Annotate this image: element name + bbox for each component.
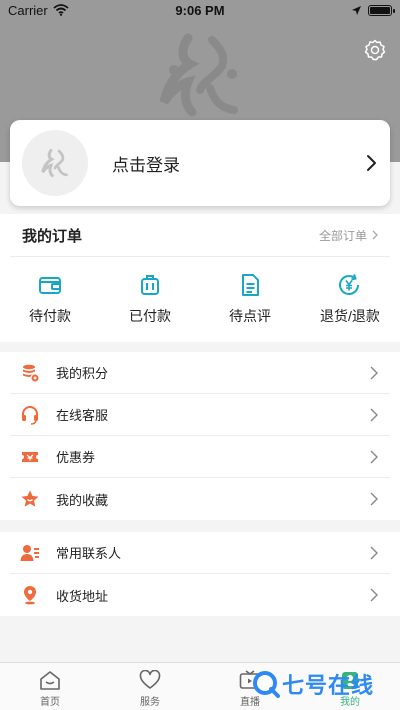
heart-icon [139,670,161,689]
order-label: 待点评 [229,307,271,324]
menu-item-customer-service[interactable]: 在线客服 [10,394,390,436]
chevron-right-icon [370,546,378,559]
menu-item-coupons[interactable]: 优惠券 [10,436,390,478]
orders-title: 我的订单 [22,227,83,245]
yen-refund-icon [339,273,359,295]
luggage-icon [141,274,159,295]
brand-logo-icon [159,33,238,117]
tab-label: 服务 [140,697,160,708]
order-label: 待付款 [29,307,71,324]
order-pending-payment[interactable]: 待付款 [0,257,100,341]
chevron-right-icon [370,492,378,506]
star-icon [20,489,40,509]
chevron-right-icon [370,450,378,463]
order-pending-review[interactable]: 待点评 [200,257,300,341]
orders-section: 我的订单 全部订单 待付款 已付款 待点评 退货/退款 [0,214,400,342]
location-pin-icon [20,585,40,605]
menu-label: 收货地址 [56,588,109,604]
all-orders-label: 全部订单 [318,228,367,243]
orders-header: 我的订单 全部订单 [10,214,390,257]
menu-group-account: 我的积分 在线客服 优惠券 我的收藏 [0,352,400,520]
order-refund[interactable]: 退货/退款 [300,257,400,341]
points-stack-icon [20,363,40,383]
menu-item-shipping-address[interactable]: 收货地址 [10,574,390,616]
order-status-row: 待付款 已付款 待点评 退货/退款 [0,257,400,341]
battery-icon [368,4,395,16]
chevron-right-icon [370,588,378,602]
menu-item-contacts[interactable]: 常用联系人 [10,532,390,574]
document-icon [242,273,259,296]
chevron-right-icon [367,155,376,171]
default-avatar-logo-icon [41,148,68,178]
status-bar: Carrier 9:06 PM [0,0,400,20]
tab-service[interactable]: 服务 [100,663,200,710]
avatar [22,130,88,196]
menu-group-addresses: 常用联系人 收货地址 [0,532,400,616]
carrier-label: Carrier [8,2,48,18]
login-prompt[interactable]: 点击登录 [112,151,364,176]
login-card[interactable]: 点击登录 [10,120,390,206]
location-arrow-icon [352,5,361,15]
site-watermark: 七号在线 [252,664,374,704]
all-orders-link[interactable]: 全部订单 [319,227,378,244]
order-paid[interactable]: 已付款 [100,257,200,341]
tab-label: 首页 [40,697,60,708]
watermark-text: 七号在线 [282,673,375,698]
chevron-right-icon [370,366,378,379]
home-icon [40,671,60,690]
wallet-icon [39,276,61,294]
chevron-right-icon [370,408,378,421]
coupon-icon [20,447,40,467]
menu-label: 常用联系人 [56,546,122,561]
menu-item-favorites[interactable]: 我的收藏 [10,478,390,520]
watermark-logo-icon [253,671,280,698]
order-label: 退货/退款 [320,307,380,324]
menu-label: 我的积分 [56,366,109,381]
tab-home[interactable]: 首页 [0,663,100,710]
settings-gear-icon[interactable] [363,38,387,62]
menu-label: 优惠券 [56,450,96,465]
battery-level [370,6,390,14]
wifi-icon [53,4,69,16]
headset-icon [20,405,40,425]
chevron-right-icon [372,230,378,240]
contacts-icon [20,543,40,563]
menu-label: 在线客服 [56,408,109,423]
menu-item-points[interactable]: 我的积分 [10,352,390,394]
menu-label: 我的收藏 [56,492,109,508]
order-label: 已付款 [129,307,171,324]
